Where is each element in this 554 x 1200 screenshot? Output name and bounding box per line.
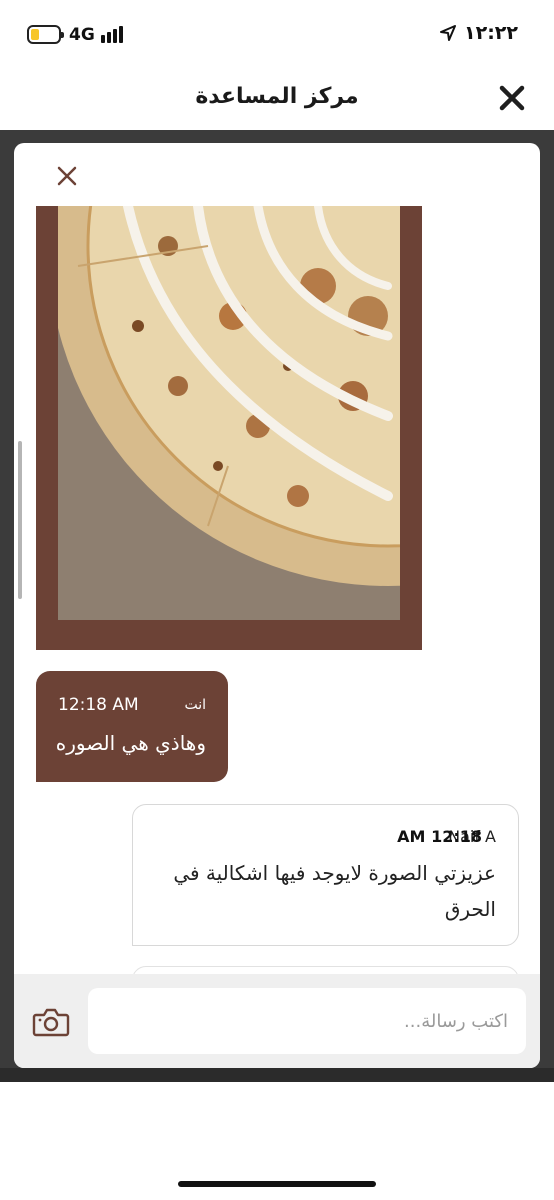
message-time: 12:18 AM xyxy=(58,695,139,715)
bottom-backdrop-strip xyxy=(0,1068,554,1082)
close-icon[interactable] xyxy=(498,84,526,112)
page-title: مركز المساعدة xyxy=(195,84,359,109)
location-arrow-icon xyxy=(440,25,456,41)
message-input[interactable] xyxy=(88,988,526,1054)
message-time: 12:18 AM xyxy=(397,827,482,846)
pizza-photo[interactable] xyxy=(58,206,400,620)
image-message xyxy=(36,206,422,650)
camera-icon[interactable] xyxy=(32,1007,70,1037)
message-composer xyxy=(14,974,540,1068)
home-indicator[interactable] xyxy=(178,1181,376,1187)
modal-close-icon[interactable] xyxy=(54,163,80,189)
status-time: ١٢:٢٢ xyxy=(464,22,518,44)
message-sender: انت xyxy=(184,697,206,713)
scrollbar[interactable] xyxy=(18,441,22,599)
network-type: 4G xyxy=(69,25,95,45)
outgoing-message: انت 12:18 AM وهاذي هي الصوره xyxy=(36,671,228,782)
chat-modal: انت 12:18 AM وهاذي هي الصوره Naif A 12:1… xyxy=(14,143,540,1068)
battery-icon xyxy=(27,25,64,44)
incoming-message: Naif A 12:18 AM عزيزتي الصورة لايوجد فيه… xyxy=(132,804,519,946)
message-text: عزيزتي الصورة لايوجد فيها اشكالية في الح… xyxy=(173,861,496,921)
status-bar: 4G ١٢:٢٢ xyxy=(0,0,554,64)
header: مركز المساعدة xyxy=(0,64,554,130)
message-text: وهاذي هي الصوره xyxy=(55,731,206,755)
signal-icon xyxy=(101,26,127,43)
